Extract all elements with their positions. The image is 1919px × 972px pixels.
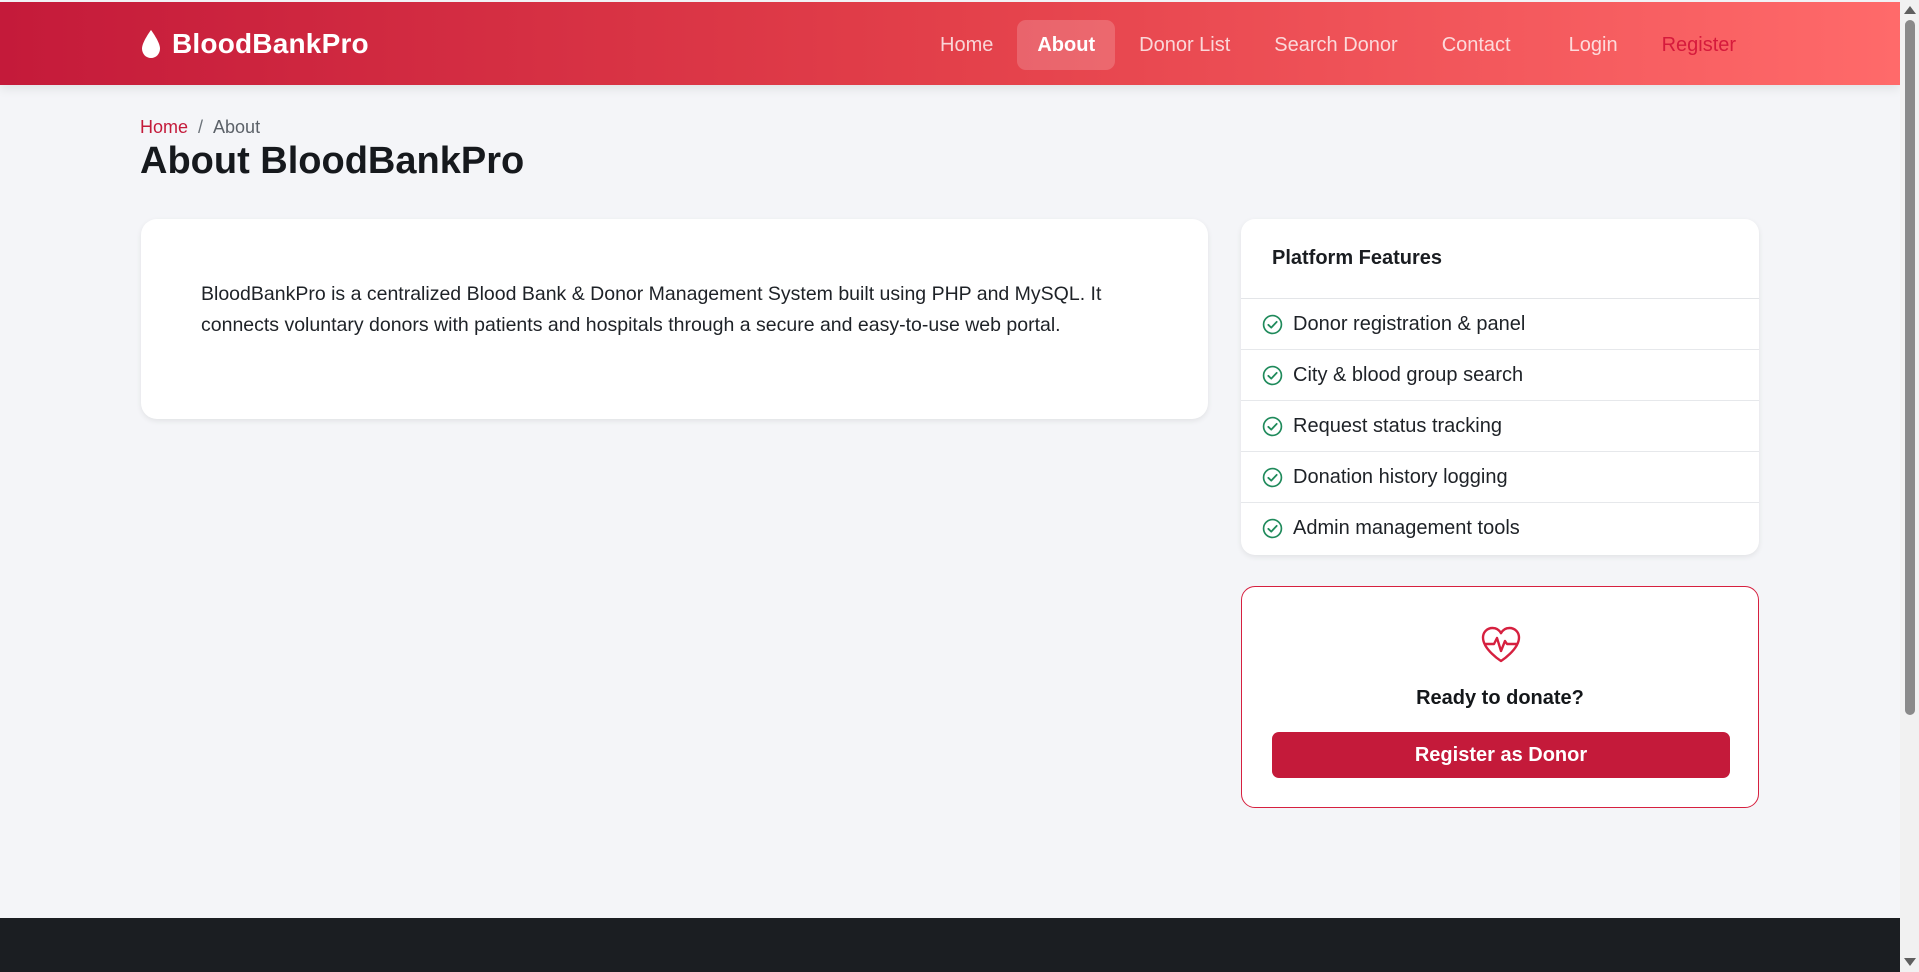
- nav-search-donor[interactable]: Search Donor: [1254, 20, 1417, 70]
- nav-about[interactable]: About: [1017, 20, 1116, 70]
- viewport: BloodBankPro Home About Donor List Searc…: [0, 0, 1900, 972]
- scroll-down-arrow-icon[interactable]: [1904, 958, 1916, 966]
- feature-item: Donor registration & panel: [1241, 299, 1759, 350]
- feature-item: Donation history logging: [1241, 452, 1759, 503]
- feature-item: City & blood group search: [1241, 350, 1759, 401]
- breadcrumb: Home / About: [140, 117, 260, 138]
- check-circle-icon: [1262, 314, 1283, 334]
- nav-login[interactable]: Login: [1549, 20, 1638, 70]
- page-title: About BloodBankPro: [140, 140, 525, 182]
- scrollbar-thumb[interactable]: [1905, 20, 1915, 715]
- feature-item: Admin management tools: [1241, 503, 1759, 554]
- navbar: BloodBankPro Home About Donor List Searc…: [0, 2, 1900, 85]
- check-circle-icon: [1262, 467, 1283, 487]
- feature-label: Donation history logging: [1293, 465, 1508, 488]
- feature-item: Request status tracking: [1241, 401, 1759, 452]
- main-nav: Home About Donor List Search Donor Conta…: [920, 20, 1760, 70]
- breadcrumb-current: About: [213, 117, 261, 137]
- features-title: Platform Features: [1241, 219, 1759, 299]
- breadcrumb-home-link[interactable]: Home: [140, 117, 188, 138]
- heart-pulse-icon: [1481, 626, 1521, 663]
- brand-name: BloodBankPro: [172, 28, 369, 59]
- nav-contact[interactable]: Contact: [1422, 20, 1531, 70]
- donate-title: Ready to donate?: [1416, 687, 1584, 709]
- nav-register[interactable]: Register: [1642, 20, 1756, 70]
- about-description: BloodBankPro is a centralized Blood Bank…: [201, 283, 1102, 336]
- register-as-donor-button[interactable]: Register as Donor: [1272, 732, 1730, 778]
- about-card: BloodBankPro is a centralized Blood Bank…: [141, 219, 1208, 419]
- breadcrumb-separator: /: [198, 117, 204, 137]
- feature-label: Donor registration & panel: [1293, 312, 1526, 335]
- blood-drop-icon: [142, 30, 160, 58]
- nav-donor-list[interactable]: Donor List: [1119, 20, 1250, 70]
- check-circle-icon: [1262, 416, 1283, 436]
- brand-logo-link[interactable]: BloodBankPro: [140, 26, 369, 62]
- feature-label: City & blood group search: [1293, 363, 1524, 386]
- footer: [0, 918, 1900, 972]
- check-circle-icon: [1262, 365, 1283, 385]
- features-card: Platform Features Donor registration & p…: [1241, 219, 1759, 555]
- feature-label: Admin management tools: [1293, 517, 1520, 539]
- page: BloodBankPro Home About Donor List Searc…: [0, 0, 1919, 972]
- check-circle-icon: [1262, 518, 1283, 539]
- feature-label: Request status tracking: [1293, 414, 1502, 437]
- page-scrollbar[interactable]: [1900, 0, 1919, 972]
- scroll-up-arrow-icon[interactable]: [1904, 6, 1916, 14]
- donate-cta-card: Ready to donate? Register as Donor: [1241, 586, 1759, 808]
- nav-home[interactable]: Home: [920, 20, 1013, 70]
